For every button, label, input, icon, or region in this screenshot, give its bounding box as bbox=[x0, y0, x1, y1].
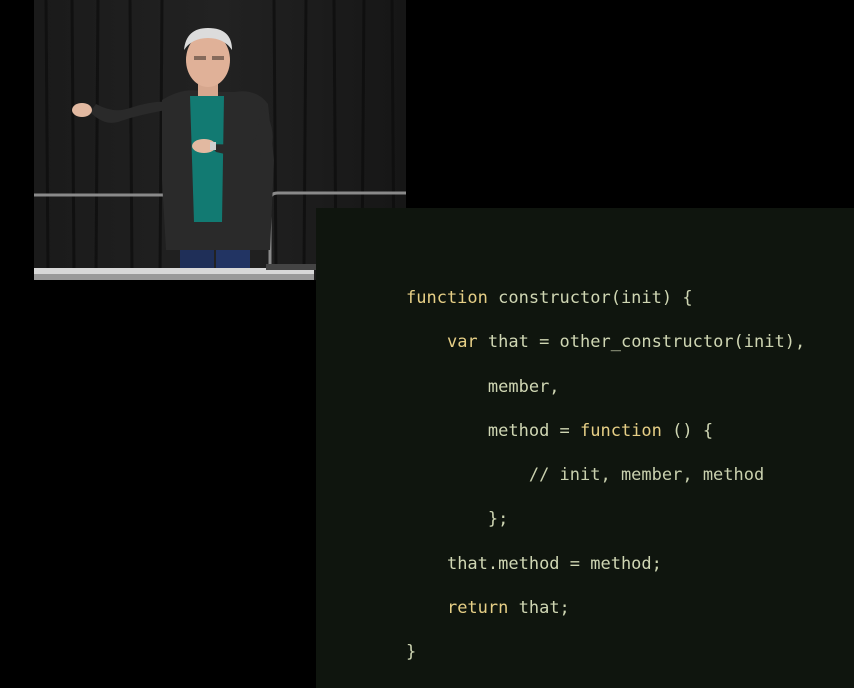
code-keyword: return bbox=[446, 598, 509, 619]
presentation-frame: function constructor(init) { var that = … bbox=[0, 0, 854, 688]
code-line: that.method = method; bbox=[406, 542, 805, 586]
code-comment: // init, member, method bbox=[528, 465, 765, 486]
code-text: () { bbox=[661, 420, 714, 441]
code-keyword: function bbox=[580, 420, 662, 441]
code-text: constructor(init) { bbox=[487, 288, 693, 308]
code-line: // init, member, method bbox=[406, 453, 805, 497]
code-text: that; bbox=[508, 598, 570, 619]
code-slide: function constructor(init) { var that = … bbox=[316, 208, 854, 688]
code-line: } bbox=[406, 630, 805, 674]
code-keyword: var bbox=[446, 332, 478, 353]
code-line: method = function () { bbox=[406, 409, 805, 453]
code-text: that.method = method; bbox=[446, 553, 662, 574]
code-line: function constructor(init) { bbox=[406, 276, 805, 320]
code-text: that = other_constructor(init), bbox=[477, 332, 806, 353]
code-block: function constructor(init) { var that = … bbox=[406, 276, 805, 675]
code-line: member, bbox=[406, 365, 805, 409]
code-line: }; bbox=[406, 497, 805, 541]
code-line: var that = other_constructor(init), bbox=[406, 320, 805, 364]
code-text: method = bbox=[487, 420, 581, 441]
code-text: } bbox=[406, 642, 417, 663]
code-line: return that; bbox=[406, 586, 805, 630]
code-text: }; bbox=[487, 509, 509, 530]
code-text: member, bbox=[487, 376, 560, 397]
code-keyword: function bbox=[406, 288, 488, 308]
